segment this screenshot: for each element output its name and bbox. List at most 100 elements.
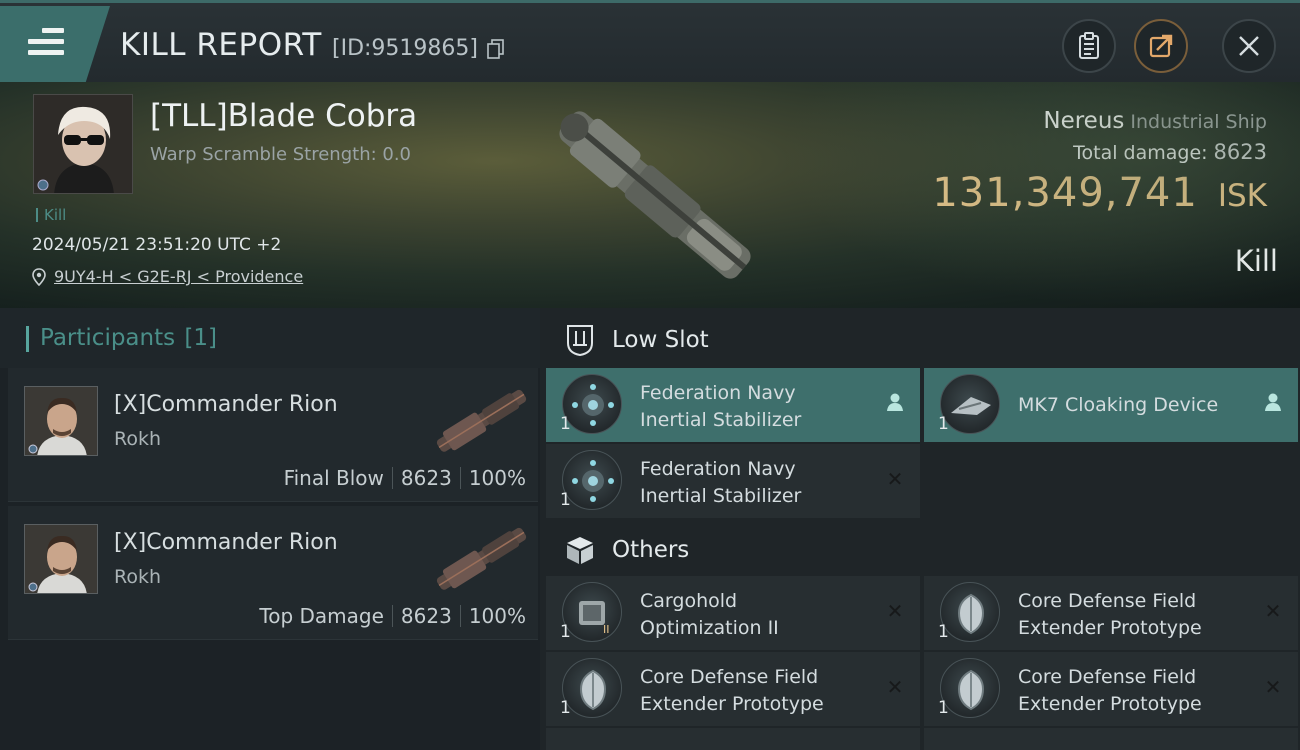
victim-ship-line: Nereus Industrial Ship — [1043, 108, 1267, 134]
share-button[interactable] — [1134, 19, 1188, 73]
location-pin-icon — [32, 267, 46, 286]
destroyed-x-icon: ✕ — [886, 599, 904, 623]
destroyed-x-icon: ✕ — [1264, 675, 1282, 699]
participant-role: Top Damage — [259, 604, 384, 628]
item-name: Federation Navy Inertial Stabilizer — [640, 380, 870, 434]
item-name-line2: Inertial Stabilizer — [640, 485, 802, 507]
item-quantity: 1 — [560, 698, 571, 718]
clipboard-button[interactable] — [1062, 19, 1116, 73]
item-card[interactable]: 1 Core Defense Field Extender Prototype ✕ — [924, 652, 1298, 726]
participant-ship: Rokh — [114, 566, 162, 588]
item-card[interactable]: 1 Federation Navy Inertial Stabilizer ✕ — [546, 444, 920, 518]
kill-datetime: 2024/05/21 23:51:20 UTC +2 — [32, 235, 282, 255]
warp-scramble-strength: Warp Scramble Strength: 0.0 — [150, 144, 412, 165]
participant-percent: 100% — [468, 604, 526, 628]
close-button[interactable] — [1222, 19, 1276, 73]
item-card[interactable] — [546, 728, 920, 750]
hamburger-icon — [28, 28, 64, 56]
item-name-line1: Cargohold — [640, 590, 738, 612]
others-label: Others — [612, 537, 690, 563]
item-name: Core Defense Field Extender Prototype — [640, 664, 870, 718]
result-label: Kill — [1234, 244, 1278, 278]
item-name-line1: MK7 Cloaking Device — [1018, 394, 1219, 416]
low-slot-icon — [562, 322, 598, 358]
item-card[interactable]: 1 Core Defense Field Extender Prototype ✕ — [924, 576, 1298, 650]
participant-damage: 8623 — [400, 604, 452, 628]
participants-title: Participants [1] — [25, 325, 217, 352]
participant-role: Final Blow — [283, 466, 384, 490]
cube-icon — [562, 532, 598, 568]
svg-text:II: II — [603, 623, 610, 636]
item-name-line2: Optimization II — [640, 617, 779, 639]
shield-extender-icon — [562, 658, 622, 718]
item-quantity: 1 — [560, 490, 571, 510]
share-icon — [1149, 34, 1173, 58]
item-name: Federation Navy Inertial Stabilizer — [640, 456, 870, 510]
item-name-line2: Extender Prototype — [1018, 617, 1202, 639]
victim-ship-image — [559, 111, 751, 279]
total-damage-label: Total damage: — [1073, 142, 1208, 164]
destroyed-x-icon: ✕ — [886, 467, 904, 491]
participant-row[interactable]: [X]Commander Rion Rokh Final Blow 8623 100… — [8, 368, 538, 502]
item-card[interactable]: II 1 Cargohold Optimization II ✕ — [546, 576, 920, 650]
menu-button[interactable] — [0, 6, 110, 82]
item-name: MK7 Cloaking Device — [1018, 392, 1248, 419]
item-card[interactable]: 1 Core Defense Field Extender Prototype ✕ — [546, 652, 920, 726]
person-icon — [1262, 392, 1284, 414]
participants-label: Participants — [40, 325, 176, 351]
destroyed-x-icon: ✕ — [1264, 599, 1282, 623]
person-icon — [884, 392, 906, 414]
item-quantity: 1 — [560, 414, 571, 434]
kill-tag: Kill — [36, 206, 66, 224]
page-title: KILL REPORT — [120, 27, 322, 63]
item-quantity: 1 — [560, 622, 571, 642]
participant-ship: Rokh — [114, 428, 162, 450]
total-damage-line: Total damage: 8623 — [1073, 140, 1267, 164]
fitted-items-panel: Low Slot 1 Federation Navy Inertial Stabi… — [540, 308, 1300, 750]
item-card[interactable]: 1 Federation Navy Inertial Stabilizer — [546, 368, 920, 442]
participant-stats: Final Blow 8623 100% — [284, 466, 526, 490]
inertial-stabilizer-icon — [562, 450, 622, 510]
copy-icon[interactable] — [487, 39, 505, 59]
participant-damage: 8623 — [400, 466, 452, 490]
participant-percent: 100% — [468, 466, 526, 490]
location-link[interactable]: 9UY4-H < G2E-RJ < Providence — [54, 267, 303, 286]
low-slot-header: Low Slot — [546, 310, 1300, 370]
total-damage-value: 8623 — [1213, 140, 1267, 164]
item-name: Cargohold Optimization II — [640, 588, 870, 642]
item-name-line2: Extender Prototype — [640, 693, 824, 715]
isk-value: 131,349,741 — [932, 170, 1198, 216]
header-bar: KILL REPORT [ID:9519865] — [0, 0, 1300, 82]
victim-portrait[interactable] — [33, 94, 133, 194]
item-name-line1: Federation Navy — [640, 382, 796, 404]
item-name-line1: Core Defense Field — [1018, 590, 1197, 612]
avatar — [24, 386, 98, 456]
item-card[interactable] — [924, 728, 1298, 750]
victim-ship-name[interactable]: Nereus — [1043, 108, 1124, 134]
participant-stats: Top Damage 8623 100% — [259, 604, 526, 628]
item-card[interactable]: 1 MK7 Cloaking Device — [924, 368, 1298, 442]
item-quantity: 1 — [938, 698, 949, 718]
clipboard-icon — [1079, 32, 1099, 59]
participants-panel: Participants [1] [X]Commander Rion Rokh — [0, 308, 540, 750]
item-name-line1: Core Defense Field — [640, 666, 819, 688]
report-id: [ID:9519865] — [332, 36, 478, 61]
isk-value-line: 131,349,741 ISK — [932, 170, 1267, 216]
item-name-line2: Inertial Stabilizer — [640, 409, 802, 431]
item-quantity: 1 — [938, 414, 949, 434]
character-portrait-icon — [25, 525, 97, 593]
item-name: Core Defense Field Extender Prototype — [1018, 664, 1248, 718]
participant-row[interactable]: [X]Commander Rion Rokh Top Damage 8623 100… — [8, 506, 538, 640]
item-name-line1: Federation Navy — [640, 458, 796, 480]
item-name: Core Defense Field Extender Prototype — [1018, 588, 1248, 642]
character-portrait-icon — [34, 95, 132, 193]
cloaking-device-icon — [940, 374, 1000, 434]
victim-name[interactable]: [TLL]Blade Cobra — [150, 98, 417, 134]
victim-summary: [TLL]Blade Cobra Warp Scramble Strength:… — [0, 82, 1300, 308]
cargohold-optimization-icon: II — [562, 582, 622, 642]
participant-name[interactable]: [X]Commander Rion — [114, 530, 338, 555]
shield-extender-icon — [940, 658, 1000, 718]
kill-location[interactable]: 9UY4-H < G2E-RJ < Providence — [32, 267, 303, 286]
participant-ship-image — [436, 389, 527, 452]
participant-name[interactable]: [X]Commander Rion — [114, 392, 338, 417]
